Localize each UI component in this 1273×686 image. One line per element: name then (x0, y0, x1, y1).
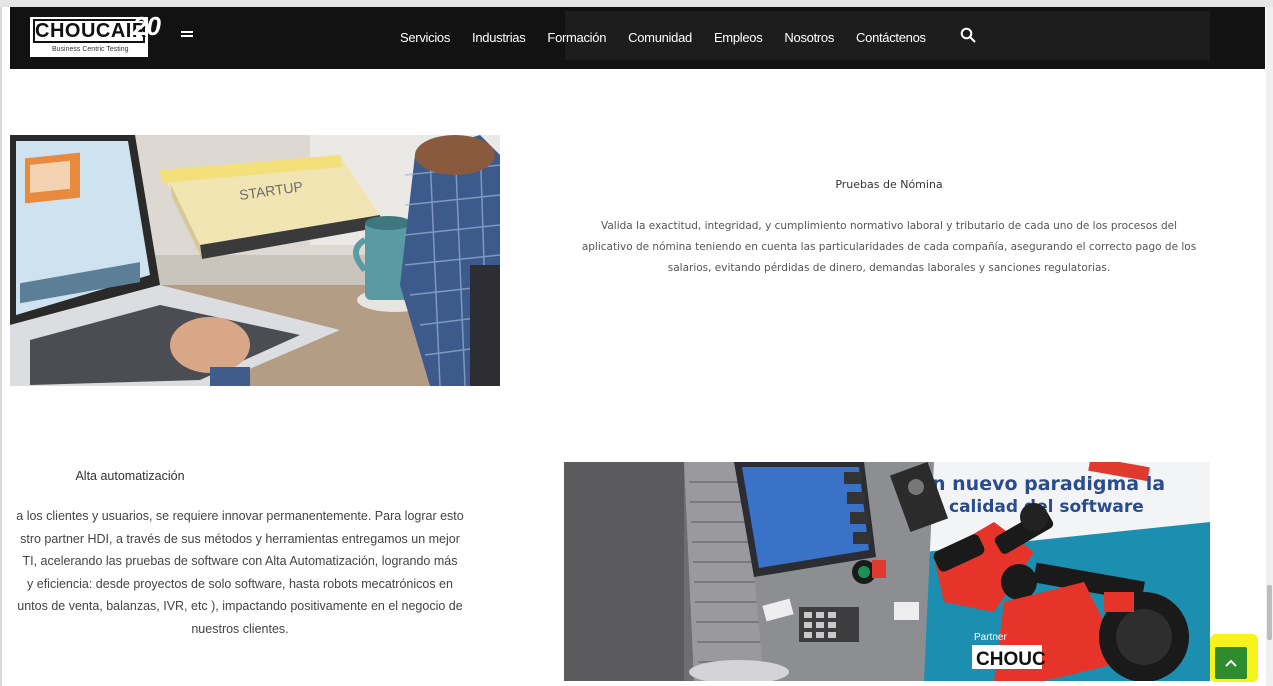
chevron-up-icon (1225, 659, 1237, 667)
automatizacion-line: nuestros clientes. (191, 621, 289, 636)
logo-tagline: Business Centric Testing (52, 46, 129, 53)
logo-anniversary: 20 (133, 11, 161, 41)
nomina-line: Valida la exactitud, integridad, y cumpl… (601, 220, 1177, 232)
automatizacion-line: TI, acelerando las pruebas de software c… (22, 554, 458, 568)
logo-word: CHOUCAIR (33, 19, 147, 43)
nav-formacion[interactable]: Formación (547, 28, 606, 48)
partner-logo: CHOUC (976, 649, 1046, 670)
automatizacion-line: untos de venta, balanzas, IVR, etc ), im… (17, 599, 463, 613)
nav-industrias[interactable]: Industrias (472, 28, 526, 48)
main-nav: Servicios Industrias Formación Comunidad… (400, 28, 948, 48)
nav-servicios[interactable]: Servicios (400, 28, 450, 48)
site-logo[interactable]: CHOUCAIR Business Centric Testing (30, 17, 150, 59)
laptop-photo: STARTUP (10, 135, 500, 386)
logo-box: CHOUCAIR Business Centric Testing (30, 17, 148, 57)
section-title-automatizacion: Alta automatización (75, 469, 185, 483)
browser-top-edge (0, 0, 1273, 7)
section-title-nomina: Pruebas de Nómina (835, 178, 943, 191)
nav-contactenos[interactable]: Contáctenos (856, 28, 926, 48)
nomina-line: aplicativo de nómina teniendo en cuenta … (581, 241, 1197, 253)
atm-robot-photo: n nuevo paradigma la calidad del softwar… (564, 462, 1210, 681)
automatizacion-line: a los clientes y usuarios, se requiere i… (16, 509, 464, 523)
section-body-nomina: Valida la exactitud, integridad, y cumpl… (560, 216, 1218, 279)
automatizacion-line: y eficiencia: desde proyectos de solo so… (27, 576, 453, 591)
scroll-to-top-button[interactable] (1215, 647, 1247, 679)
partner-label: Partner (974, 632, 1007, 643)
section-body-automatizacion: a los clientes y usuarios, se requiere i… (0, 505, 500, 640)
logo-anniversary-lines (181, 31, 193, 41)
search-icon[interactable] (960, 27, 976, 43)
nav-nosotros[interactable]: Nosotros (784, 28, 834, 48)
automatizacion-line: stro partner HDI, a través de sus método… (20, 531, 460, 546)
nav-comunidad[interactable]: Comunidad (628, 28, 692, 48)
site-header: CHOUCAIR Business Centric Testing 20 Ser… (10, 7, 1265, 69)
nav-empleos[interactable]: Empleos (714, 28, 763, 48)
nomina-line: salarios, evitando pérdidas de dinero, d… (667, 262, 1111, 274)
scrollbar-thumb[interactable] (1267, 585, 1272, 640)
